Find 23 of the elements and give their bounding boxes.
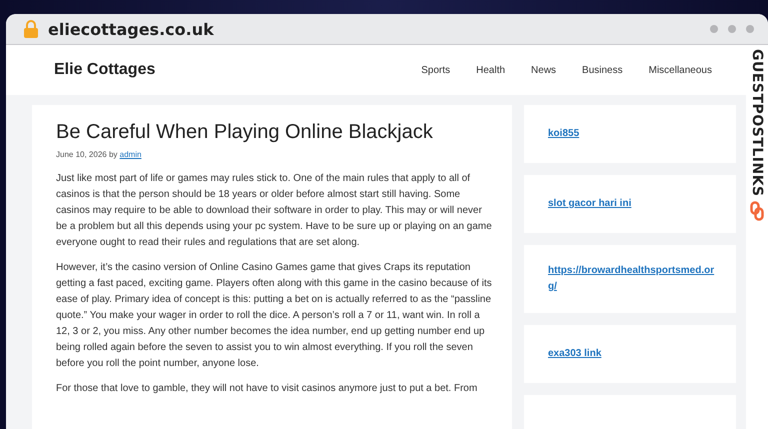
window-dot-icon [746, 25, 754, 33]
author-link[interactable]: admin [120, 150, 142, 159]
padlock-icon [24, 20, 38, 38]
article-paragraph: However, it’s the casino version of Online Casino Games game that gives Craps its reputation getting a fast paced, exciting game. Players often along with this game in the casino because of its ease of play. Primary idea of concept is this: putting a bet on is actually referred to as the “passline quote.” You make your wager in order to roll the dice. A person’s roll a 7 or 11, want win. In roll a 12, 3 or 2, you miss. Any other number becomes the idea number, end up getting number end up being rolled again before the seven to assist you to win almost everything. If you roll the seven before you roll the point number, anyone lose. [56, 261, 492, 371]
nav-link[interactable]: Sports [421, 64, 450, 76]
nav-link[interactable]: Miscellaneous [648, 64, 712, 76]
article-title: Be Careful When Playing Online Blackjack [56, 121, 434, 144]
article-meta: June 10, 2026 by admin [56, 150, 142, 159]
sidebar-link[interactable]: slot gacor hari ini [548, 196, 632, 212]
sidebar-link[interactable]: https://browardhealthsportsmed.org/ [548, 263, 718, 295]
article-paragraph: Just like most part of life or games may rules stick to. One of the main rules that apply to all of casinos is that the person should be 18 years or older before almost start still having. Some casinos may require to be able to download their software in order to play. This may or will never be a problem but all this depends using your pc system. Have to be sure up or playing on an game everyone ought to read their rules and regulations that are set along. [56, 172, 492, 250]
nav-link[interactable]: Business [582, 64, 623, 76]
address-text[interactable]: eliecottages.co.uk [48, 20, 700, 38]
chain-link-icon [750, 200, 764, 221]
sidebar-link[interactable]: exa303 link [548, 346, 602, 362]
window-dot-icon [710, 25, 718, 33]
brand-logo-text: GUESTPOSTLINKS [749, 49, 765, 197]
site-title[interactable]: Elie Cottages [54, 61, 422, 79]
article-paragraph: For those that love to gamble, they will not have to visit casinos anymore just to put a bet. From [56, 382, 478, 396]
sidebar-link[interactable]: koi855 [548, 126, 580, 142]
nav-link[interactable]: News [531, 64, 556, 76]
nav-link[interactable]: Health [476, 64, 506, 76]
window-dot-icon [728, 25, 736, 33]
